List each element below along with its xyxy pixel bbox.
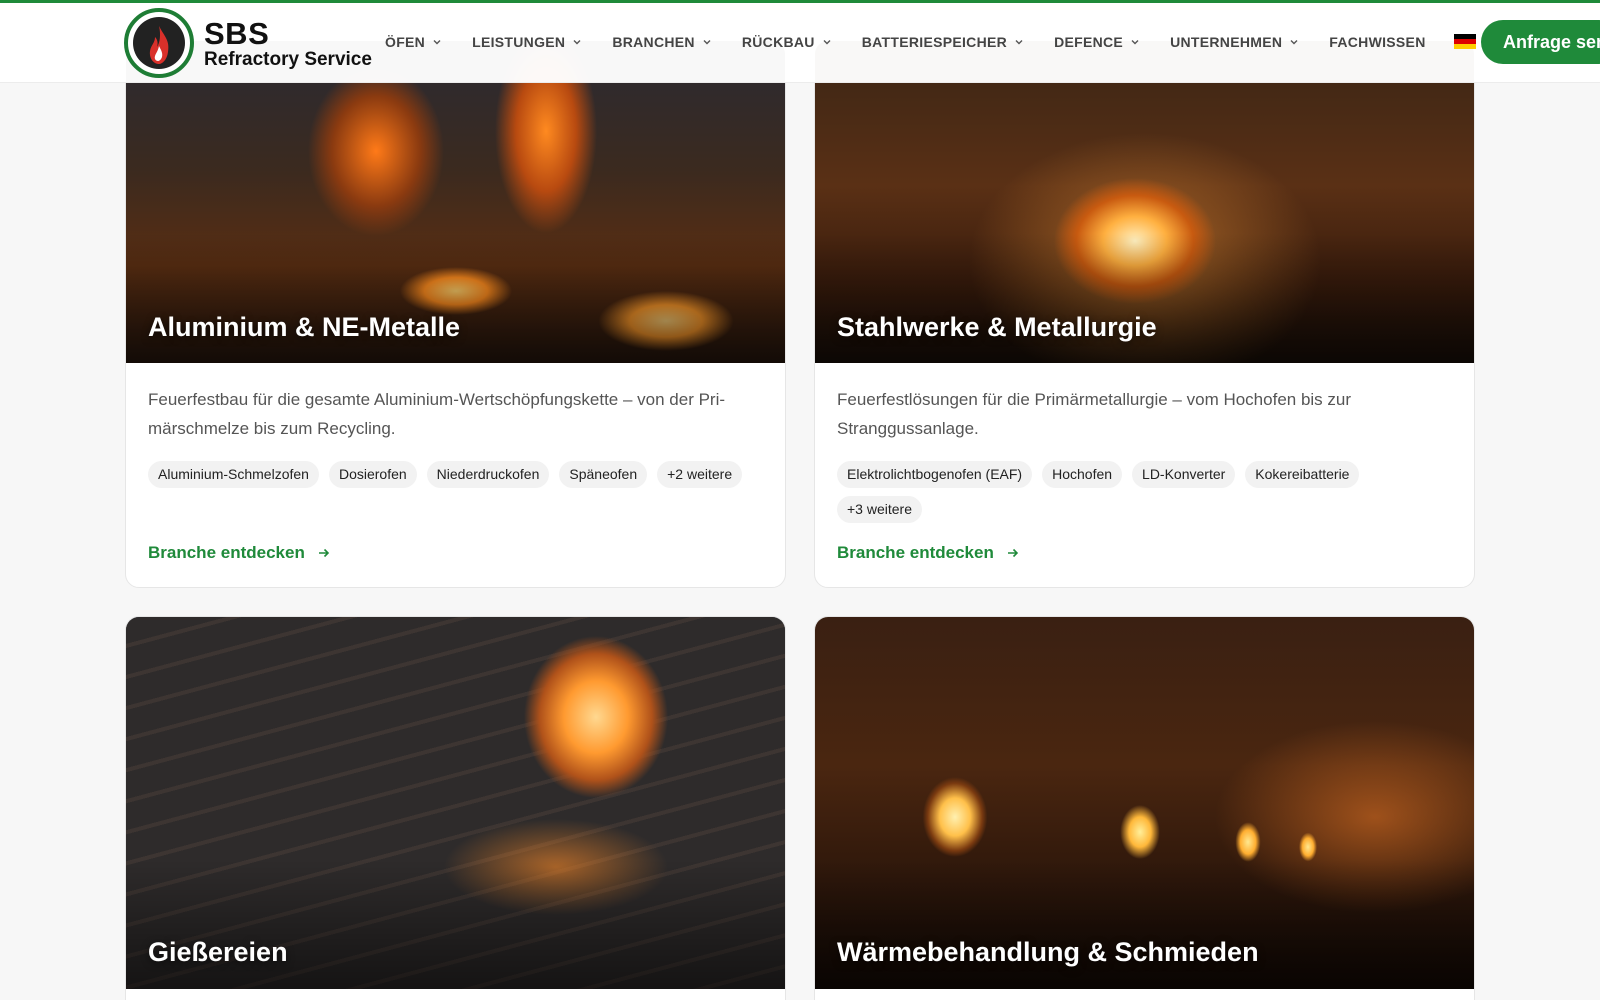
chevron-down-icon — [703, 39, 711, 44]
logo[interactable]: SBS Refractory Service — [124, 8, 372, 78]
nav-item-label: BRANCHEN — [612, 33, 695, 50]
request-button[interactable]: Anfrage sen — [1481, 20, 1600, 64]
chevron-down-icon — [1131, 39, 1139, 44]
tag-more: +3 weitere — [837, 496, 922, 523]
card-title: Wärmebehandlung & Schmieden — [837, 937, 1259, 967]
tag: Späneofen — [559, 461, 648, 488]
card-title: Gießereien — [148, 937, 288, 967]
tag: Dosierofen — [328, 461, 417, 488]
nav-item-fachwissen[interactable]: FACHWISSEN — [1329, 34, 1425, 50]
card-image — [126, 617, 785, 989]
tag: Aluminium-Schmelzofen — [148, 461, 319, 488]
nav-item-label: UNTERNEHMEN — [1170, 33, 1283, 50]
chevron-down-icon — [573, 39, 581, 44]
nav-item-oefen[interactable]: ÖFEN — [385, 34, 442, 50]
nav-item-label: DEFENCE — [1054, 33, 1124, 50]
card-title: Aluminium & NE-Metalle — [148, 312, 461, 342]
nav-item-rueckbau[interactable]: RÜCKBAU — [742, 34, 832, 50]
chevron-down-icon — [1015, 39, 1023, 44]
logo-flame-icon — [124, 8, 194, 78]
discover-industry-link[interactable]: Branche entdecken — [148, 543, 331, 563]
brand-tagline: Refractory Service — [204, 48, 372, 70]
nav-item-label: ÖFEN — [385, 33, 426, 50]
industry-card-aluminium[interactable]: Aluminium & NE-Metalle Feuerfestbau für … — [125, 40, 786, 588]
tag: Kokereibatterie — [1245, 461, 1360, 488]
industry-card-giessereien[interactable]: Gießereien — [125, 616, 786, 1000]
card-description: Feuerfestlösungen für die Primärmetallur… — [837, 390, 1352, 438]
arrow-right-icon — [318, 548, 329, 558]
top-accent-line — [0, 0, 1600, 3]
chevron-down-icon — [433, 39, 441, 44]
tag: Elektrolichtbogenofen (EAF) — [837, 461, 1033, 488]
industry-card-stahlwerke[interactable]: Stahlwerke & Metallurgie Feuerfestlösung… — [814, 40, 1475, 588]
tag: Niederdruckofen — [426, 461, 550, 488]
nav-item-label: LEISTUNGEN — [472, 33, 566, 50]
nav-item-defence[interactable]: DEFENCE — [1054, 34, 1140, 50]
german-flag-icon — [1453, 34, 1476, 49]
nav-item-batteriespeicher[interactable]: BATTERIESPEICHER — [862, 34, 1024, 50]
tag-list: Elektrolichtbogenofen (EAF) Hochofen LD-… — [837, 461, 1457, 531]
nav-item-label: RÜCKBAU — [741, 33, 815, 50]
nav-item-leistungen[interactable]: LEISTUNGEN — [472, 34, 582, 50]
nav-item-unternehmen[interactable]: UNTERNEHMEN — [1170, 34, 1299, 50]
arrow-right-icon — [1007, 548, 1018, 558]
nav-item-label: BATTERIESPEICHER — [861, 33, 1008, 50]
tag-list: Aluminium-Schmelzofen Dosierofen Niederd… — [148, 461, 768, 496]
link-label: Branche entdecken — [837, 543, 994, 562]
nav-item-label: FACHWISSEN — [1329, 33, 1426, 50]
tag-more: +2 weitere — [657, 461, 743, 488]
discover-industry-link[interactable]: Branche entdecken — [837, 543, 1020, 563]
site-header: SBS Refractory Service ÖFEN LEISTUNGEN B… — [0, 0, 1600, 83]
nav-item-branchen[interactable]: BRANCHEN — [612, 34, 712, 50]
industry-card-waermebehandlung[interactable]: Wärmebehandlung & Schmieden — [814, 616, 1475, 1000]
card-image — [815, 617, 1474, 989]
tag: LD-Konverter — [1132, 461, 1236, 488]
card-title: Stahlwerke & Metallurgie — [837, 312, 1157, 342]
main-nav: ÖFEN LEISTUNGEN BRANCHEN RÜCKBAU BATTERI… — [385, 0, 1520, 83]
link-label: Branche entdecken — [148, 543, 305, 562]
chevron-down-icon — [1290, 39, 1298, 44]
chevron-down-icon — [823, 39, 831, 44]
tag: Hochofen — [1042, 461, 1123, 488]
brand-name: SBS — [204, 15, 270, 51]
card-description: Feuerfestbau für die gesamte Aluminium-W… — [148, 390, 726, 438]
